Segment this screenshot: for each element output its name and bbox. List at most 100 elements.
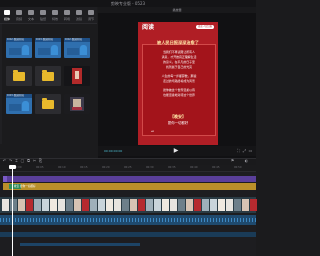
audio-track-2[interactable] [0,232,256,237]
video-thumbnail [38,48,50,55]
media-icon [4,10,10,15]
poster-line: 也能温柔地对待这个世界 [163,93,195,97]
folder-icon [42,70,54,81]
video-frame-thumbnail [114,199,121,211]
effect-clip-handle[interactable] [3,176,7,182]
poster-headline: 被人民日报深深治愈了 [157,40,199,45]
text-icon [28,10,34,15]
audio-waveform [0,218,256,222]
text-clip[interactable] [3,183,256,190]
video-thumbnail-figure [22,45,29,55]
video-frame-thumbnail [98,199,105,211]
timeline-ruler[interactable]: 00:00 00:05 00:10 00:15 00:20 00:25 00:3… [0,165,256,172]
video-frame-thumbnail [202,199,209,211]
media-card[interactable]: 0:03 视频片段 [35,38,61,58]
image-card[interactable] [64,66,90,86]
effect-clip[interactable] [3,176,256,182]
text-clip-label: 晚安 愿你一切都好 [14,185,36,188]
ruler-tick: 00:05 [36,166,44,169]
image-thumbnail-detail [72,107,82,110]
folder-card[interactable] [35,94,61,114]
tool-adjust[interactable]: 调节 [85,9,97,22]
video-frame-thumbnail [170,199,177,211]
adjust-icon [88,10,94,15]
video-frame-thumbnail [194,199,201,211]
ruler-tick: 00:50 [234,166,242,169]
folder-card[interactable] [6,66,32,86]
ruler-tick: 00:45 [212,166,220,169]
video-frame-thumbnail [234,199,241,211]
video-frame-thumbnail [34,199,41,211]
marker-icon[interactable]: ⚑ [230,158,235,164]
video-frame-thumbnail [210,199,217,211]
copy-icon[interactable]: ⎘ [38,158,43,164]
media-toolbar: 媒体 音频 文本 贴纸 特效 转场 滤镜 调节 [0,7,97,24]
video-frame-thumbnail [50,199,57,211]
filter-icon [76,10,82,15]
video-frame-thumbnail [18,199,25,211]
media-card[interactable]: 0:02 视频片段 [64,38,90,58]
video-frame-thumbnail [242,199,249,211]
video-frame-thumbnail [250,199,257,211]
sticker-icon [40,10,46,15]
audio-icon [16,10,22,15]
ruler-tick: 00:15 [80,166,88,169]
video-frame-thumbnail [226,199,233,211]
poster-closing: 愿你一切都好 [167,121,189,125]
video-thumbnail-figure [80,45,87,55]
video-frame-thumbnail [130,199,137,211]
video-frame-thumbnail [82,199,89,211]
play-button[interactable]: ▶ [172,147,180,155]
video-frame-thumbnail [26,199,33,211]
ruler-tick: 00:35 [168,166,176,169]
ruler-tick: 00:25 [124,166,132,169]
video-frame-thumbnail [154,199,161,211]
screen-icon[interactable]: ▭ [248,148,253,153]
freeze-icon[interactable]: ⧉ [26,158,31,164]
video-frame-thumbnail [186,199,193,211]
media-card[interactable]: 0:02 视频片段 [6,38,32,58]
video-frame-thumbnail [138,199,145,211]
image-card[interactable] [64,94,90,114]
folder-icon [13,70,25,81]
media-card[interactable]: 0:03 视频片段 [6,94,32,114]
poster-line: 走过的弯路终将成为风景 [163,79,195,83]
image-thumbnail-figure [75,71,79,79]
split-icon[interactable]: ⌶ [14,158,19,164]
crop-icon[interactable]: ✂ [32,158,37,164]
media-grid: 0:02 视频片段 0:03 视频片段 0:02 视频片段 0:03 视频片段 [2,24,97,146]
video-frame-thumbnail [146,199,153,211]
video-frame-thumbnail [162,199,169,211]
redo-icon[interactable]: ↷ [8,158,13,164]
video-frame-thumbnail [74,199,81,211]
video-frame-thumbnail [106,199,113,211]
quote-icon: “ [151,130,155,137]
ruler-tick: 00:00 [14,166,22,169]
ruler-tick: 00:40 [190,166,198,169]
poster-line: 找到属于自己的光亮 [165,65,192,69]
folder-card[interactable] [35,66,61,86]
video-frame-thumbnail [178,199,185,211]
fullscreen-icon[interactable]: ⛶ [236,148,241,153]
undo-icon[interactable]: ↶ [2,158,7,164]
current-time: 00:00:00:00 [104,149,123,153]
video-frame-thumbnail [2,199,9,211]
video-thumbnail [9,48,21,55]
ruler-tick: 00:10 [58,166,66,169]
poster-logo: 阅读 [142,24,155,31]
effects-icon [52,10,58,15]
poster-badge: 夜读·人民日报 [196,25,214,29]
playhead[interactable] [12,165,13,256]
delete-icon[interactable]: ▢ [20,158,25,164]
video-frame-thumbnail [122,199,129,211]
video-thumbnail-figure [51,45,58,55]
zoom-icon[interactable]: ◐ [244,158,249,164]
folder-icon [42,98,54,109]
ratio-icon[interactable]: ⤢ [242,148,247,153]
player-title: 播放器 [98,7,256,13]
window-title: 剪映专业版 - 0523 [110,1,146,6]
ruler-tick: 00:30 [146,166,154,169]
playhead-handle[interactable] [9,165,16,169]
video-frame-thumbnail [218,199,225,211]
audio-track-3[interactable] [20,243,140,246]
